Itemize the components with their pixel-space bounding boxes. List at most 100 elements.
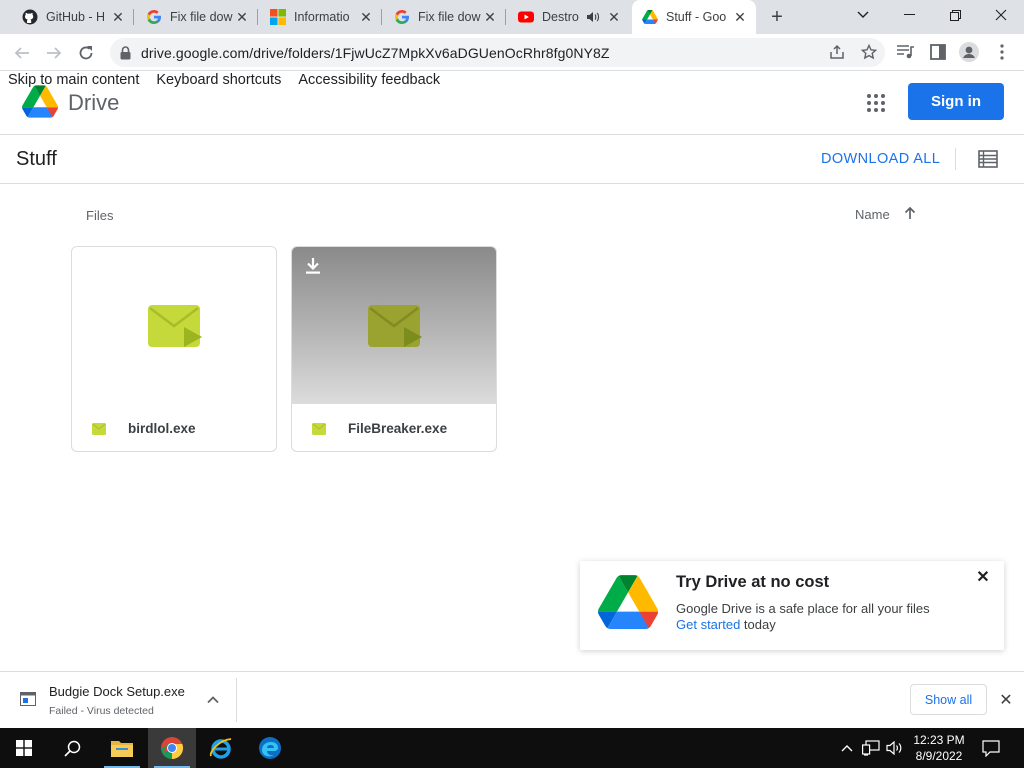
executable-file-icon	[92, 422, 106, 435]
close-icon[interactable]: ✕	[606, 9, 622, 25]
url-text: drive.google.com/drive/folders/1FjwUcZ7M…	[141, 44, 610, 61]
tab-title: Destro	[542, 10, 579, 24]
address-bar[interactable]: drive.google.com/drive/folders/1FjwUcZ7M…	[110, 38, 885, 67]
minimize-button[interactable]	[886, 0, 932, 30]
close-icon[interactable]: ✕	[234, 9, 250, 25]
tab-fix-file-1[interactable]: Fix file dow ✕	[136, 0, 258, 34]
start-button[interactable]	[0, 728, 48, 768]
executable-file-icon	[146, 303, 204, 349]
download-file-name[interactable]: Budgie Dock Setup.exe	[49, 684, 185, 699]
keyboard-shortcuts-link[interactable]: Keyboard shortcuts	[156, 72, 281, 88]
more-menu-icon[interactable]	[991, 41, 1013, 63]
file-name: FileBreaker.exe	[348, 420, 448, 436]
skip-links: Skip to main content Keyboard shortcuts …	[8, 72, 440, 88]
clock-date: 8/9/2022	[915, 749, 963, 763]
promo-text: Google Drive is a safe place for all you…	[676, 601, 930, 616]
speaker-icon[interactable]	[586, 10, 600, 24]
media-queue-icon[interactable]	[895, 41, 917, 63]
profile-avatar-icon[interactable]	[958, 41, 980, 63]
file-card[interactable]: FileBreaker.exe	[291, 246, 497, 452]
get-started-link[interactable]: Get started	[676, 617, 740, 632]
tab-fix-file-2[interactable]: Fix file dow ✕	[384, 0, 506, 34]
chrome-taskbar-icon[interactable]	[148, 728, 196, 768]
drive-icon	[642, 9, 658, 25]
file-caption[interactable]: FileBreaker.exe	[292, 404, 496, 451]
github-icon	[22, 9, 38, 25]
google-icon	[146, 9, 162, 25]
tab-title: Stuff - Goo	[666, 10, 727, 24]
list-view-icon[interactable]	[978, 150, 998, 168]
youtube-icon	[518, 9, 534, 25]
drive-brand-text[interactable]: Drive	[68, 90, 119, 116]
browser-toolbar: drive.google.com/drive/folders/1FjwUcZ7M…	[0, 34, 1024, 71]
skip-to-main-link[interactable]: Skip to main content	[8, 72, 139, 88]
accessibility-feedback-link[interactable]: Accessibility feedback	[298, 72, 440, 88]
folder-bar: Stuff DOWNLOAD ALL	[0, 135, 1024, 184]
arrow-up-icon[interactable]	[902, 205, 918, 221]
download-shelf: Budgie Dock Setup.exe Failed - Virus det…	[0, 671, 1024, 728]
drive-logo-icon	[598, 575, 659, 629]
network-icon[interactable]	[862, 738, 880, 758]
file-explorer-icon[interactable]	[98, 728, 146, 768]
search-icon[interactable]	[48, 728, 96, 768]
lock-icon[interactable]	[120, 45, 131, 60]
close-icon[interactable]: ✕	[997, 691, 1015, 709]
close-icon[interactable]: ✕	[732, 9, 748, 25]
reload-button[interactable]	[73, 40, 99, 66]
files-section-label: Files	[86, 208, 114, 223]
download-icon[interactable]	[304, 257, 322, 275]
file-name: birdlol.exe	[128, 420, 196, 436]
microsoft-icon	[270, 9, 286, 25]
tab-information[interactable]: Informatio ✕	[260, 0, 382, 34]
chevron-up-icon[interactable]	[838, 738, 856, 758]
taskbar-clock[interactable]: 12:23 PM 8/9/2022	[908, 732, 970, 764]
internet-explorer-icon[interactable]	[197, 728, 245, 768]
windows-taskbar: 12:23 PM 8/9/2022	[0, 728, 1024, 768]
forward-button[interactable]	[41, 40, 67, 66]
notification-icon[interactable]	[982, 738, 1000, 758]
close-icon[interactable]: ✕	[358, 9, 374, 25]
file-card[interactable]: birdlol.exe	[71, 246, 277, 452]
file-thumbnail[interactable]	[72, 247, 276, 404]
tab-github[interactable]: GitHub - H ✕	[12, 0, 134, 34]
google-icon	[394, 9, 410, 25]
tab-title: GitHub - H	[46, 10, 106, 24]
tab-title: Fix file dow	[170, 10, 233, 24]
try-drive-promo: Try Drive at no cost Google Drive is a s…	[580, 561, 1004, 650]
close-icon[interactable]: ✕	[482, 9, 498, 25]
edge-icon[interactable]	[246, 728, 294, 768]
bookmark-star-icon[interactable]	[861, 44, 877, 60]
new-tab-button[interactable]: +	[765, 6, 789, 28]
clock-time: 12:23 PM	[913, 733, 965, 747]
chevron-up-icon[interactable]	[205, 692, 221, 708]
close-window-button[interactable]	[978, 0, 1024, 30]
tab-title: Informatio	[294, 10, 350, 24]
back-button[interactable]	[9, 40, 35, 66]
close-icon[interactable]: ✕	[110, 9, 126, 25]
volume-icon[interactable]	[886, 738, 904, 758]
download-status: Failed - Virus detected	[49, 705, 154, 717]
file-caption[interactable]: birdlol.exe	[72, 404, 276, 451]
file-thumbnail[interactable]	[292, 247, 496, 404]
side-panel-icon[interactable]	[927, 41, 949, 63]
sort-by-name-button[interactable]: Name	[855, 207, 890, 222]
drive-logo-icon[interactable]	[22, 85, 59, 118]
close-icon[interactable]: ✕	[975, 569, 991, 586]
installer-file-icon[interactable]	[20, 692, 36, 706]
promo-suffix: today	[740, 617, 776, 632]
executable-file-icon	[366, 303, 424, 349]
tab-youtube[interactable]: Destro ✕	[508, 0, 630, 34]
tab-search-icon[interactable]	[840, 0, 886, 30]
google-apps-icon[interactable]	[866, 93, 886, 113]
restore-button[interactable]	[932, 0, 978, 30]
promo-title: Try Drive at no cost	[676, 573, 830, 591]
download-all-button[interactable]: DOWNLOAD ALL	[821, 151, 940, 167]
folder-title: Stuff	[16, 148, 57, 170]
tab-title: Fix file dow	[418, 10, 481, 24]
tab-strip: GitHub - H ✕ Fix file dow ✕ Informatio ✕…	[0, 0, 1024, 34]
promo-line: Get started today	[676, 617, 776, 632]
show-all-button[interactable]: Show all	[910, 684, 987, 715]
sign-in-button[interactable]: Sign in	[908, 83, 1004, 120]
share-icon[interactable]	[829, 44, 845, 60]
tab-stuff-google-drive[interactable]: Stuff - Goo ✕	[632, 0, 756, 34]
